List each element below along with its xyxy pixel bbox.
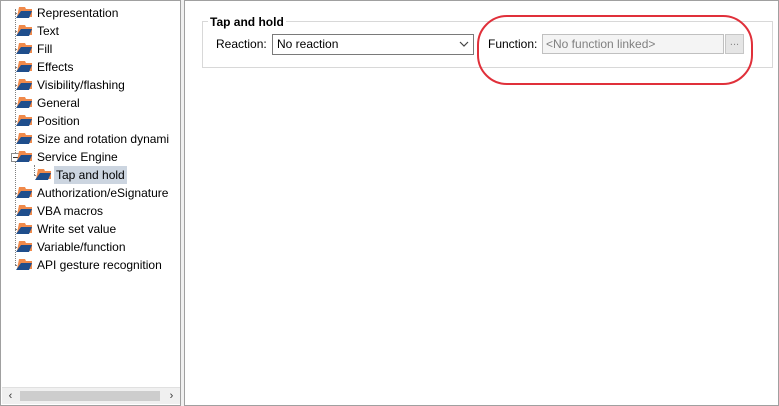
tree-item-label: Text bbox=[37, 24, 60, 38]
folder-icon bbox=[16, 7, 32, 18]
reaction-select[interactable]: No reaction bbox=[272, 34, 474, 55]
folder-icon bbox=[16, 151, 32, 162]
reaction-value: No reaction bbox=[277, 37, 339, 51]
folder-icon bbox=[35, 169, 51, 180]
tree-item-label: Position bbox=[37, 114, 80, 128]
group-title: Tap and hold bbox=[208, 15, 286, 29]
chevron-down-icon bbox=[459, 41, 469, 47]
tree-item-label: Write set value bbox=[37, 222, 117, 236]
tree-item-label: Effects bbox=[37, 60, 74, 74]
tree-item-label: General bbox=[37, 96, 80, 110]
horizontal-scrollbar[interactable]: ‹ › bbox=[2, 387, 180, 404]
tree-item-label: Service Engine bbox=[37, 150, 118, 164]
folder-icon bbox=[16, 241, 32, 252]
tree-item-label: API gesture recognition bbox=[37, 258, 162, 272]
folder-icon bbox=[16, 115, 32, 126]
tree-item-label: Visibility/flashing bbox=[37, 78, 125, 92]
tree-item-label: Representation bbox=[37, 6, 119, 20]
tree-item-label: Fill bbox=[37, 42, 53, 56]
tree-item-label: VBA macros bbox=[37, 204, 104, 218]
folder-icon bbox=[16, 205, 32, 216]
folder-icon bbox=[16, 25, 32, 36]
highlight-annotation bbox=[477, 15, 753, 85]
content-panel: Tap and hold Reaction: No reaction Funct… bbox=[184, 0, 779, 406]
tree-item-label: Tap and hold bbox=[54, 166, 127, 184]
folder-icon bbox=[16, 61, 32, 72]
folder-icon bbox=[16, 187, 32, 198]
tree-item-label: Authorization/eSignature bbox=[37, 186, 169, 200]
folder-icon bbox=[16, 43, 32, 54]
scroll-right-button[interactable]: › bbox=[163, 388, 180, 404]
reaction-label: Reaction: bbox=[216, 37, 267, 51]
tree-item-label: Size and rotation dynami bbox=[37, 132, 170, 146]
folder-icon bbox=[16, 223, 32, 234]
scrollbar-thumb[interactable] bbox=[20, 391, 160, 401]
folder-icon bbox=[16, 79, 32, 90]
folder-icon bbox=[16, 133, 32, 144]
scroll-left-button[interactable]: ‹ bbox=[2, 388, 19, 404]
folder-icon bbox=[16, 259, 32, 270]
tree-panel: Representation Text Fill Effects Visibil… bbox=[0, 0, 181, 406]
tree-item-label: Variable/function bbox=[37, 240, 126, 254]
folder-icon bbox=[16, 97, 32, 108]
